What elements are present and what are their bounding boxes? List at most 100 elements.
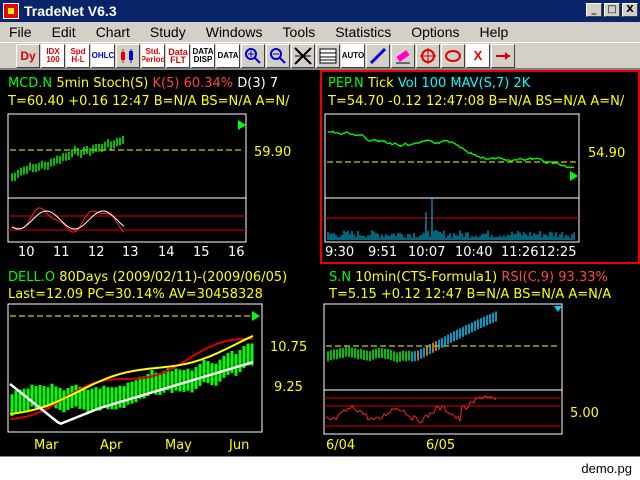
quote-line: T=60.40 +0.16 12:47 B=N/A BS=N/A A=N/ [8, 94, 290, 109]
x-label: 10:40 [455, 245, 493, 260]
x-label: 10 [18, 245, 35, 260]
price-label: 10.75 [270, 340, 308, 355]
index-button[interactable]: IDX 100 [41, 43, 65, 68]
zoom-in-icon[interactable] [241, 43, 265, 68]
symbol: PEP.N [328, 76, 364, 91]
period: 10min(CTS-Formula1) [355, 270, 498, 285]
x-label: 13 [122, 245, 139, 260]
chart-panel-s[interactable]: S.N 10min(CTS-Formula1) RSI(C,9) 93.33% … [320, 266, 640, 460]
x-label: 11 [53, 245, 70, 260]
app-icon [3, 3, 19, 19]
menu-bar: File Edit Chart Study Windows Tools Stat… [0, 22, 640, 42]
x-label: 11:26 [501, 245, 539, 260]
x-label: 9:51 [368, 245, 398, 260]
quote-line: T=5.15 +0.12 12:47 B=N/A BS=N/A A=N/A [329, 287, 612, 302]
x-label: 12 [88, 245, 105, 260]
date-range: (2009/02/11)-(2009/06/05) [112, 270, 288, 285]
data-display-button[interactable]: DATA DISP [191, 43, 215, 68]
menu-edit[interactable]: Edit [43, 24, 87, 40]
menu-file[interactable]: File [0, 24, 43, 40]
rsi-pane [323, 389, 563, 435]
draw-line-icon[interactable] [366, 43, 390, 68]
price-pane [323, 303, 563, 391]
maximize-button[interactable]: □ [604, 3, 620, 17]
window-title: TradeNet V6.3 [24, 3, 117, 19]
chart-header: S.N 10min(CTS-Formula1) RSI(C,9) 93.33% [329, 270, 608, 285]
menu-study[interactable]: Study [141, 24, 197, 40]
study-value: 93.33% [558, 270, 608, 285]
menu-options[interactable]: Options [402, 24, 470, 40]
x-label: 10:07 [408, 245, 446, 260]
daily-button[interactable]: Dy [16, 43, 40, 68]
x-label: 15 [193, 245, 210, 260]
price-label: 9.25 [274, 380, 303, 395]
price-label: 5.00 [570, 406, 599, 421]
chart-header: MCD.N 5min Stoch(S) K(5) 60.34% D(3) 7 [8, 76, 278, 91]
data-grid-button[interactable]: DATA [216, 43, 240, 68]
std-period-button[interactable]: Std. Period [141, 43, 165, 68]
x-label: Apr [100, 438, 123, 453]
auto-button[interactable]: AUTO [341, 43, 365, 68]
menu-tools[interactable]: Tools [274, 24, 327, 40]
x-label: May [165, 438, 192, 453]
arrows-icon[interactable] [491, 43, 515, 68]
toolbar: Dy IDX 100 Spd H-L OHLC Std. Period Data… [0, 42, 640, 68]
ohlc-button[interactable]: OHLC [91, 43, 115, 68]
x-label: 9:30 [325, 245, 355, 260]
price-label: 59.90 [254, 145, 292, 160]
period: 80Days [59, 270, 109, 285]
last-price-marker [554, 306, 562, 312]
chart-header: PEP.N Tick Vol 100 MAV(S,7) 2K [328, 76, 530, 91]
x-label: 16 [228, 245, 245, 260]
chart-area: MCD.N 5min Stoch(S) K(5) 60.34% D(3) 7 T… [0, 68, 640, 456]
close-button[interactable]: X [622, 3, 638, 17]
title-bar: TradeNet V6.3 _ □ X [0, 0, 640, 22]
chart-panel-pep[interactable]: PEP.N Tick Vol 100 MAV(S,7) 2K T=54.70 -… [320, 70, 640, 264]
x-label: 6/04 [326, 438, 356, 453]
x-label: 14 [158, 245, 175, 260]
x-button[interactable]: X [466, 43, 490, 68]
x-label: Jun [229, 438, 250, 453]
price-pane [7, 113, 247, 199]
volume-pane [324, 197, 580, 243]
last-price-marker [252, 311, 260, 321]
symbol: DELL.O [8, 270, 56, 285]
spread-button[interactable]: Spd H-L [66, 43, 90, 68]
menu-windows[interactable]: Windows [197, 24, 274, 40]
study: Vol 100 MAV(S,7) 2K [397, 76, 531, 91]
crosshair-icon[interactable] [291, 43, 315, 68]
minimize-button[interactable]: _ [586, 3, 602, 17]
quote-line: T=54.70 -0.12 12:47:08 B=N/A BS=N/A A=N/ [328, 94, 625, 109]
chart-panel-mcd[interactable]: MCD.N 5min Stoch(S) K(5) 60.34% D(3) 7 T… [0, 70, 320, 264]
target-icon[interactable] [416, 43, 440, 68]
symbol: S.N [329, 270, 352, 285]
x-label: 6/05 [426, 438, 456, 453]
menu-statistics[interactable]: Statistics [326, 24, 402, 40]
rotate-icon[interactable] [441, 43, 465, 68]
status-bar: demo.pg [0, 456, 640, 480]
period: 5min [56, 76, 90, 91]
eraser-icon[interactable] [391, 43, 415, 68]
x-label: 12:25 [539, 245, 577, 260]
chart-panel-dell[interactable]: DELL.O 80Days (2009/02/11)-(2009/06/05) … [0, 266, 320, 460]
study: RSI(C,9) [501, 270, 555, 285]
study: Stoch(S) [93, 76, 149, 91]
rsi-line [325, 395, 497, 424]
quote-line: Last=12.09 PC=30.14% AV=30458328 [8, 287, 263, 302]
menu-help[interactable]: Help [470, 24, 519, 40]
candlestick-icon[interactable] [116, 43, 140, 68]
d-label: D(3) [237, 76, 266, 91]
status-file-name: demo.pg [581, 461, 632, 476]
chart-header: DELL.O 80Days (2009/02/11)-(2009/06/05) [8, 270, 287, 285]
table-icon[interactable] [316, 43, 340, 68]
zoom-out-icon[interactable] [266, 43, 290, 68]
oscillator-pane [7, 197, 247, 243]
price-label: 54.90 [588, 146, 626, 161]
menu-chart[interactable]: Chart [87, 24, 141, 40]
x-label: Mar [34, 438, 59, 453]
symbol: MCD.N [8, 76, 53, 91]
data-filter-button[interactable]: Data FLT [166, 43, 190, 68]
period: Tick [367, 76, 394, 91]
last-price-marker [570, 171, 578, 181]
k-label: K(5) [152, 76, 180, 91]
